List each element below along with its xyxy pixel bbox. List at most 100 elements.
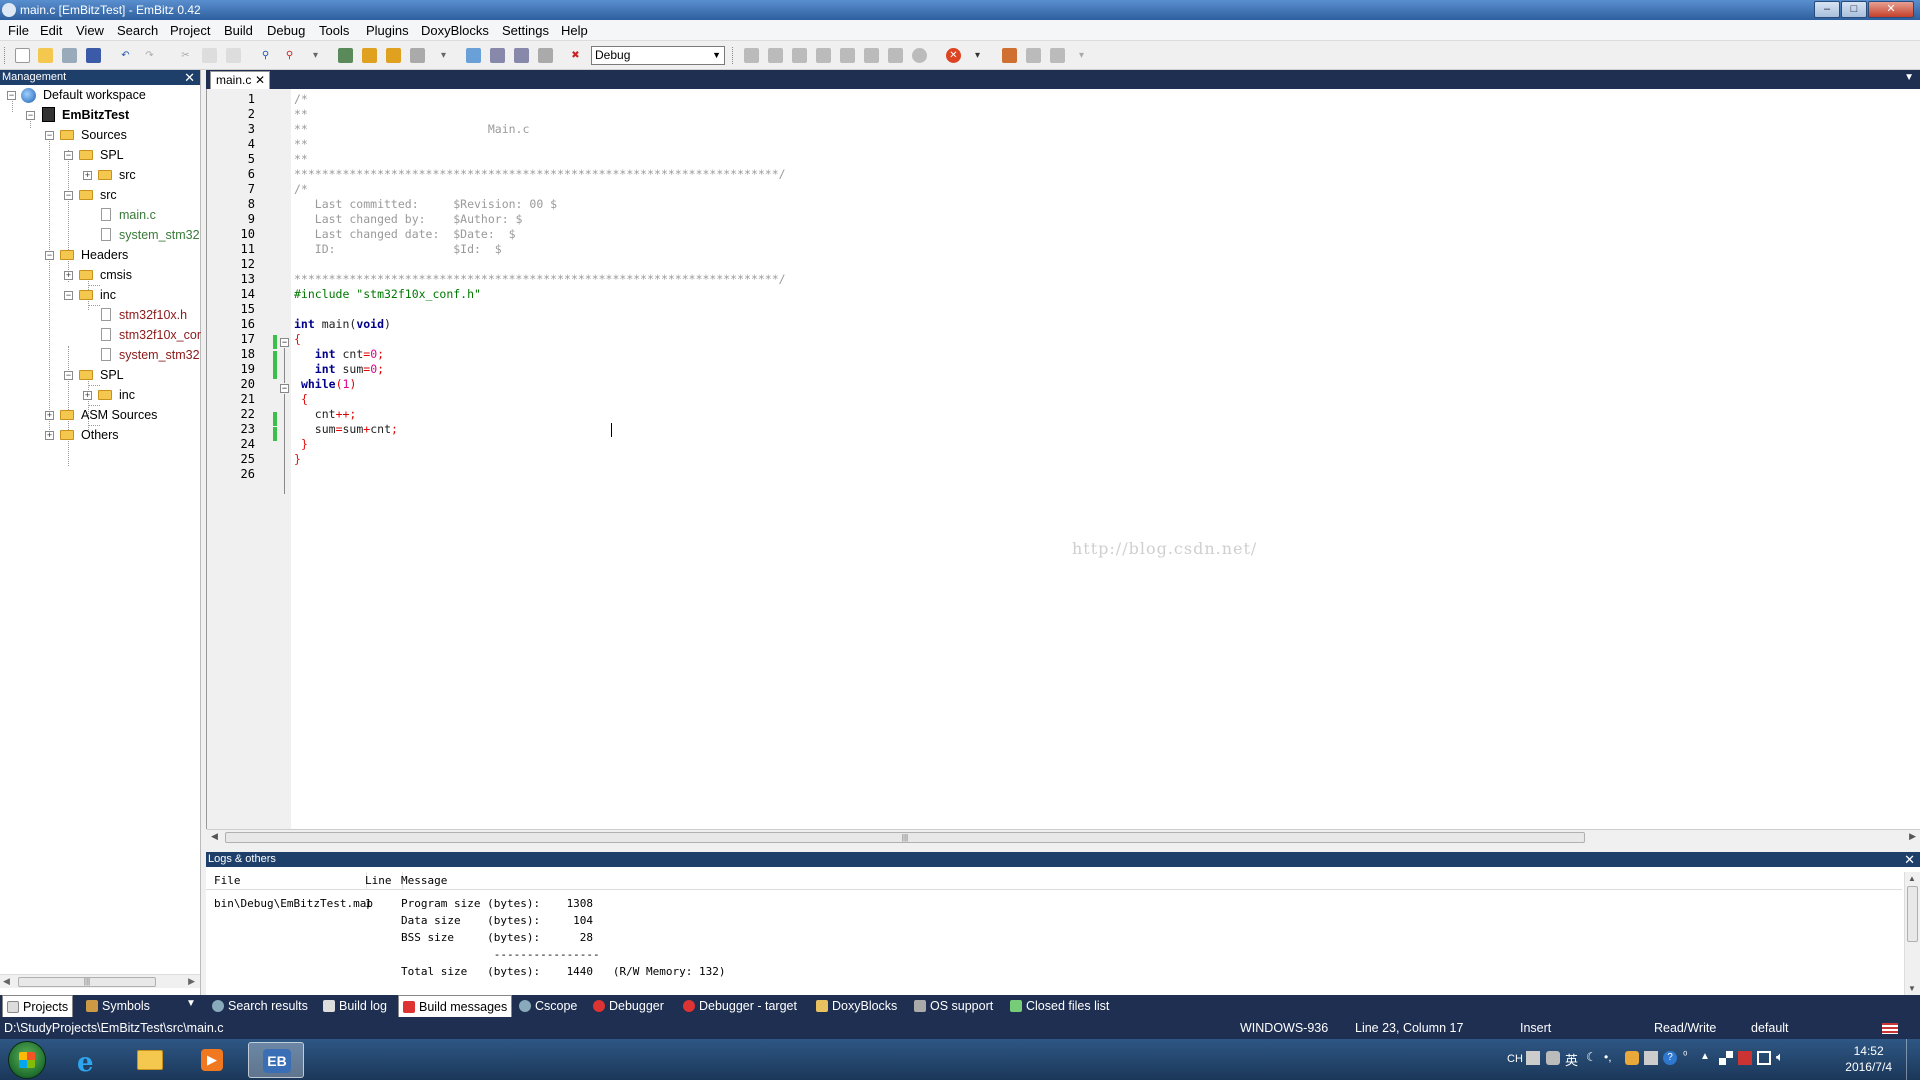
run-to-cursor-icon[interactable]: [768, 48, 783, 63]
tree-item-spl-src[interactable]: src: [119, 167, 136, 183]
action-center-flag-icon[interactable]: [1738, 1051, 1752, 1065]
next-line-icon[interactable]: [792, 48, 807, 63]
start-button[interactable]: [8, 1041, 46, 1079]
internet-explorer-icon[interactable]: e: [65, 1042, 111, 1078]
tab-debugger-target[interactable]: Debugger - target: [683, 995, 797, 1017]
taskbar-clock[interactable]: 14:52 2016/7/4: [1845, 1043, 1892, 1075]
scroll-thumb[interactable]: [1907, 886, 1918, 942]
rebuild-icon[interactable]: [490, 48, 505, 63]
menu-view[interactable]: View: [76, 23, 104, 38]
chevron-down-icon[interactable]: ▼: [186, 998, 196, 1009]
step-into-icon[interactable]: [816, 48, 831, 63]
step-out-icon[interactable]: [840, 48, 855, 63]
new-file-icon[interactable]: [15, 48, 30, 63]
toolbar-more-icon[interactable]: ▾: [1074, 48, 1089, 63]
tab-symbols[interactable]: Symbols: [86, 995, 150, 1017]
menu-search[interactable]: Search: [117, 23, 158, 38]
tree-collapse-toggle[interactable]: −: [64, 371, 73, 380]
tree-item-project[interactable]: EmBitzTest: [62, 107, 129, 123]
tree-item-system-stm32-src[interactable]: system_stm32: [119, 227, 200, 243]
tree-collapse-toggle[interactable]: −: [26, 111, 35, 120]
save-icon[interactable]: [62, 48, 77, 63]
column-message[interactable]: Message: [401, 872, 447, 890]
show-hidden-icons-icon[interactable]: ▲: [1700, 1051, 1710, 1062]
tree-item-stm32f10x-h[interactable]: stm32f10x.h: [119, 307, 187, 323]
tree-collapse-toggle[interactable]: −: [64, 151, 73, 160]
redo-icon[interactable]: ↷: [142, 48, 157, 63]
build-target-select[interactable]: Debug ▼: [591, 46, 725, 65]
tree-item-cmsis[interactable]: cmsis: [100, 267, 132, 283]
tree-item-asm-sources[interactable]: ASM Sources: [81, 407, 157, 423]
tree-collapse-toggle[interactable]: −: [45, 251, 54, 260]
find-dropdown-icon[interactable]: ▾: [308, 48, 323, 63]
jump-forward-icon[interactable]: [362, 48, 377, 63]
tree-expand-toggle[interactable]: +: [45, 411, 54, 420]
tree-item-system-stm32-inc[interactable]: system_stm32: [119, 347, 200, 363]
build-all-icon[interactable]: [514, 48, 529, 63]
menu-plugins[interactable]: Plugins: [366, 23, 409, 38]
copy-icon[interactable]: [202, 48, 217, 63]
undo-icon[interactable]: ↶: [118, 48, 133, 63]
close-icon[interactable]: ✕: [184, 70, 195, 85]
tree-item-headers-spl[interactable]: SPL: [100, 367, 124, 383]
fold-toggle[interactable]: −: [280, 338, 289, 347]
scroll-left-icon[interactable]: ◀: [211, 831, 218, 842]
scroll-left-icon[interactable]: ◀: [3, 976, 10, 987]
tab-closed-files-list[interactable]: Closed files list: [1010, 995, 1109, 1017]
ime-language[interactable]: 英: [1565, 1050, 1578, 1069]
menu-edit[interactable]: Edit: [40, 23, 62, 38]
ime-keyboard-icon[interactable]: [1526, 1051, 1540, 1065]
scroll-right-icon[interactable]: ▶: [1909, 831, 1916, 842]
tree-item-others[interactable]: Others: [81, 427, 119, 443]
tree-expand-toggle[interactable]: +: [64, 271, 73, 280]
editor-horizontal-scrollbar[interactable]: ◀ ||| ▶: [207, 829, 1920, 844]
menu-help[interactable]: Help: [561, 23, 588, 38]
media-player-icon[interactable]: ▶: [189, 1042, 235, 1078]
bookmark-nav-icon[interactable]: [410, 48, 425, 63]
maximize-button[interactable]: □: [1841, 1, 1867, 18]
close-icon[interactable]: ✕: [1904, 852, 1915, 867]
debug-info-icon[interactable]: [1026, 48, 1041, 63]
tab-list-chevron-icon[interactable]: ▼: [1904, 72, 1914, 83]
windows-icon[interactable]: [1719, 1051, 1733, 1065]
next-instruction-icon[interactable]: [864, 48, 879, 63]
tree-expand-toggle[interactable]: +: [45, 431, 54, 440]
column-line[interactable]: Line: [365, 872, 392, 890]
tray-app-icon[interactable]: [1644, 1051, 1658, 1065]
tab-os-support[interactable]: OS support: [914, 995, 993, 1017]
management-horizontal-scrollbar[interactable]: ◀ ||| ▶: [0, 974, 200, 988]
tree-item-headers[interactable]: Headers: [81, 247, 128, 263]
tray-app-icon[interactable]: ⁰: [1683, 1049, 1687, 1062]
jump-back-icon[interactable]: [338, 48, 353, 63]
debug-windows-icon[interactable]: [1002, 48, 1017, 63]
tab-build-messages[interactable]: Build messages: [398, 995, 513, 1017]
tab-debugger[interactable]: Debugger: [593, 995, 664, 1017]
clean-icon[interactable]: [538, 48, 553, 63]
app-icon[interactable]: [2, 3, 16, 17]
abort-build-icon[interactable]: ✖: [568, 48, 583, 63]
replace-icon[interactable]: ⚲: [282, 48, 297, 63]
step-instruction-icon[interactable]: [888, 48, 903, 63]
debug-dropdown-icon[interactable]: ▾: [970, 48, 985, 63]
scroll-up-icon[interactable]: ▲: [1908, 874, 1916, 883]
debug-start-icon[interactable]: [744, 48, 759, 63]
tree-collapse-toggle[interactable]: −: [45, 131, 54, 140]
tab-build-log[interactable]: Build log: [323, 995, 387, 1017]
scroll-thumb[interactable]: |||: [225, 832, 1585, 843]
tree-item-default-workspace[interactable]: Default workspace: [43, 87, 146, 103]
tree-item-stm32f10x-conf[interactable]: stm32f10x_cor: [119, 327, 201, 343]
moon-icon[interactable]: ☾: [1586, 1050, 1597, 1064]
menu-file[interactable]: File: [8, 23, 29, 38]
menu-settings[interactable]: Settings: [502, 23, 549, 38]
embitz-taskbar-button[interactable]: EB: [248, 1042, 304, 1078]
tree-collapse-toggle[interactable]: −: [7, 91, 16, 100]
toggle-bookmark-icon[interactable]: [386, 48, 401, 63]
open-file-icon[interactable]: [38, 48, 53, 63]
scroll-thumb[interactable]: |||: [18, 977, 156, 987]
tab-cscope[interactable]: Cscope: [519, 995, 577, 1017]
nav-dropdown-icon[interactable]: ▾: [436, 48, 451, 63]
tree-item-main-c[interactable]: main.c: [119, 207, 156, 223]
menu-build[interactable]: Build: [224, 23, 253, 38]
column-file[interactable]: File: [214, 872, 241, 890]
tree-item-spl[interactable]: SPL: [100, 147, 124, 163]
